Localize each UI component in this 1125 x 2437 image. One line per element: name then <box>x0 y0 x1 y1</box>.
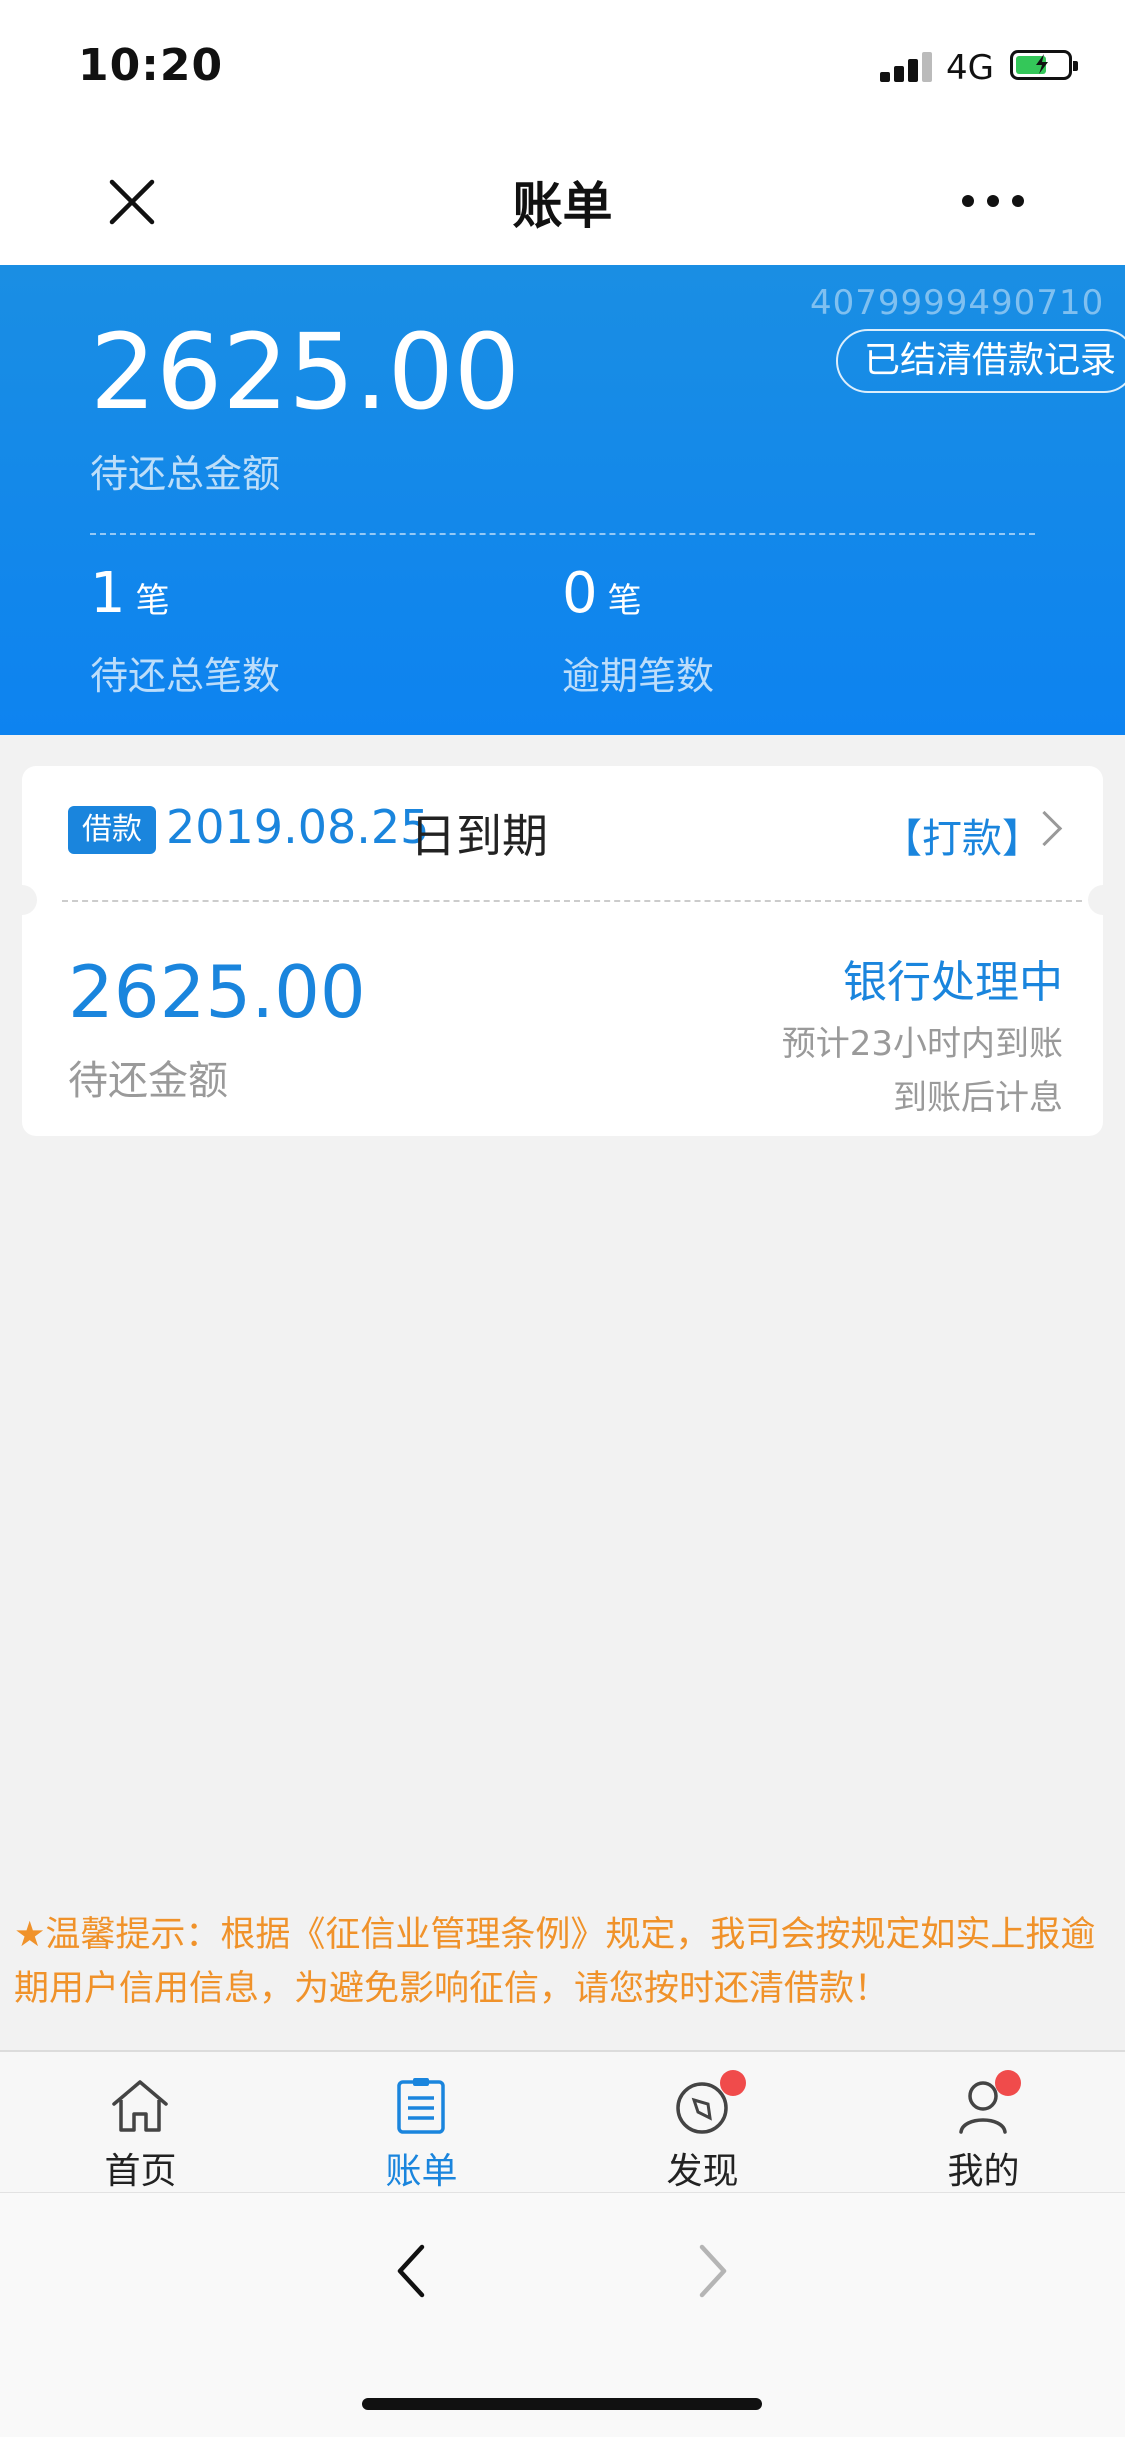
battery-icon <box>1010 50 1078 80</box>
cleared-records-button[interactable]: 已结清借款记录 <box>836 329 1125 393</box>
overdue-count-label: 逾期笔数 <box>562 654 715 698</box>
tab-bar: 首页 账单 发现 我的 <box>0 2050 1125 2194</box>
total-amount-label: 待还总金额 <box>90 452 281 496</box>
pending-count-unit: 笔 <box>135 581 170 621</box>
network-label: 4G <box>946 48 994 88</box>
forward-arrow-icon[interactable] <box>692 2241 732 2301</box>
home-indicator <box>362 2398 762 2410</box>
account-number: 4079999490710 <box>810 283 1105 323</box>
tab-bill[interactable]: 账单 <box>281 2052 562 2194</box>
card-notch-right <box>1088 885 1118 915</box>
pay-link[interactable]: 【打款】 <box>882 806 1042 864</box>
pending-count-value: 1 <box>90 561 126 626</box>
card-divider <box>62 900 1082 902</box>
tab-discover-label: 发现 <box>666 2151 739 2192</box>
interest-note: 到账后计息 <box>893 1078 1063 1118</box>
signal-icon <box>880 52 936 82</box>
status-bar: 10:20 4G <box>0 0 1125 136</box>
overdue-count-value: 0 <box>562 561 598 626</box>
page-title: 账单 <box>512 177 613 235</box>
status-time: 10:20 <box>78 40 224 91</box>
loan-status: 银行处理中 <box>843 957 1063 1008</box>
loan-tag: 借款 <box>68 806 156 854</box>
warning-tip: ★温馨提示：根据《征信业管理条例》规定，我司会按规定如实上报逾期用户信用信息，为… <box>14 1915 1096 2009</box>
tab-bill-label: 账单 <box>385 2151 458 2192</box>
pending-count: 1笔 <box>90 561 170 626</box>
back-arrow-icon[interactable] <box>392 2241 432 2301</box>
due-suffix: 日到期 <box>410 809 548 863</box>
mine-badge <box>995 2070 1021 2096</box>
loan-card[interactable]: 借款 2019.08.25 日到期 【打款】 2625.00 待还金额 银行处理… <box>7 766 1118 1136</box>
pending-count-label: 待还总笔数 <box>90 654 281 698</box>
navigation-bar: 账单 <box>0 136 1125 265</box>
discover-badge <box>720 2070 746 2096</box>
card-notch-left <box>7 885 37 915</box>
tab-home[interactable]: 首页 <box>0 2052 281 2194</box>
divider <box>90 533 1035 535</box>
tab-discover[interactable]: 发现 <box>562 2052 843 2194</box>
due-date: 2019.08.25 <box>166 800 430 854</box>
loan-eta: 预计23小时内到账 <box>781 1024 1063 1064</box>
bill-summary: 4079999490710 已结清借款记录 2625.00 待还总金额 1笔 待… <box>0 265 1125 735</box>
overdue-count: 0笔 <box>562 561 642 626</box>
loan-amount: 2625.00 <box>68 950 366 1034</box>
tab-mine[interactable]: 我的 <box>843 2052 1124 2194</box>
overdue-count-unit: 笔 <box>607 581 642 621</box>
tab-mine-label: 我的 <box>947 2151 1020 2192</box>
home-icon <box>108 2074 172 2138</box>
more-icon[interactable] <box>958 186 1028 216</box>
total-amount: 2625.00 <box>90 311 521 433</box>
bill-icon <box>389 2074 453 2138</box>
tab-home-label: 首页 <box>104 2151 177 2192</box>
loan-amount-label: 待还金额 <box>68 1058 228 1104</box>
